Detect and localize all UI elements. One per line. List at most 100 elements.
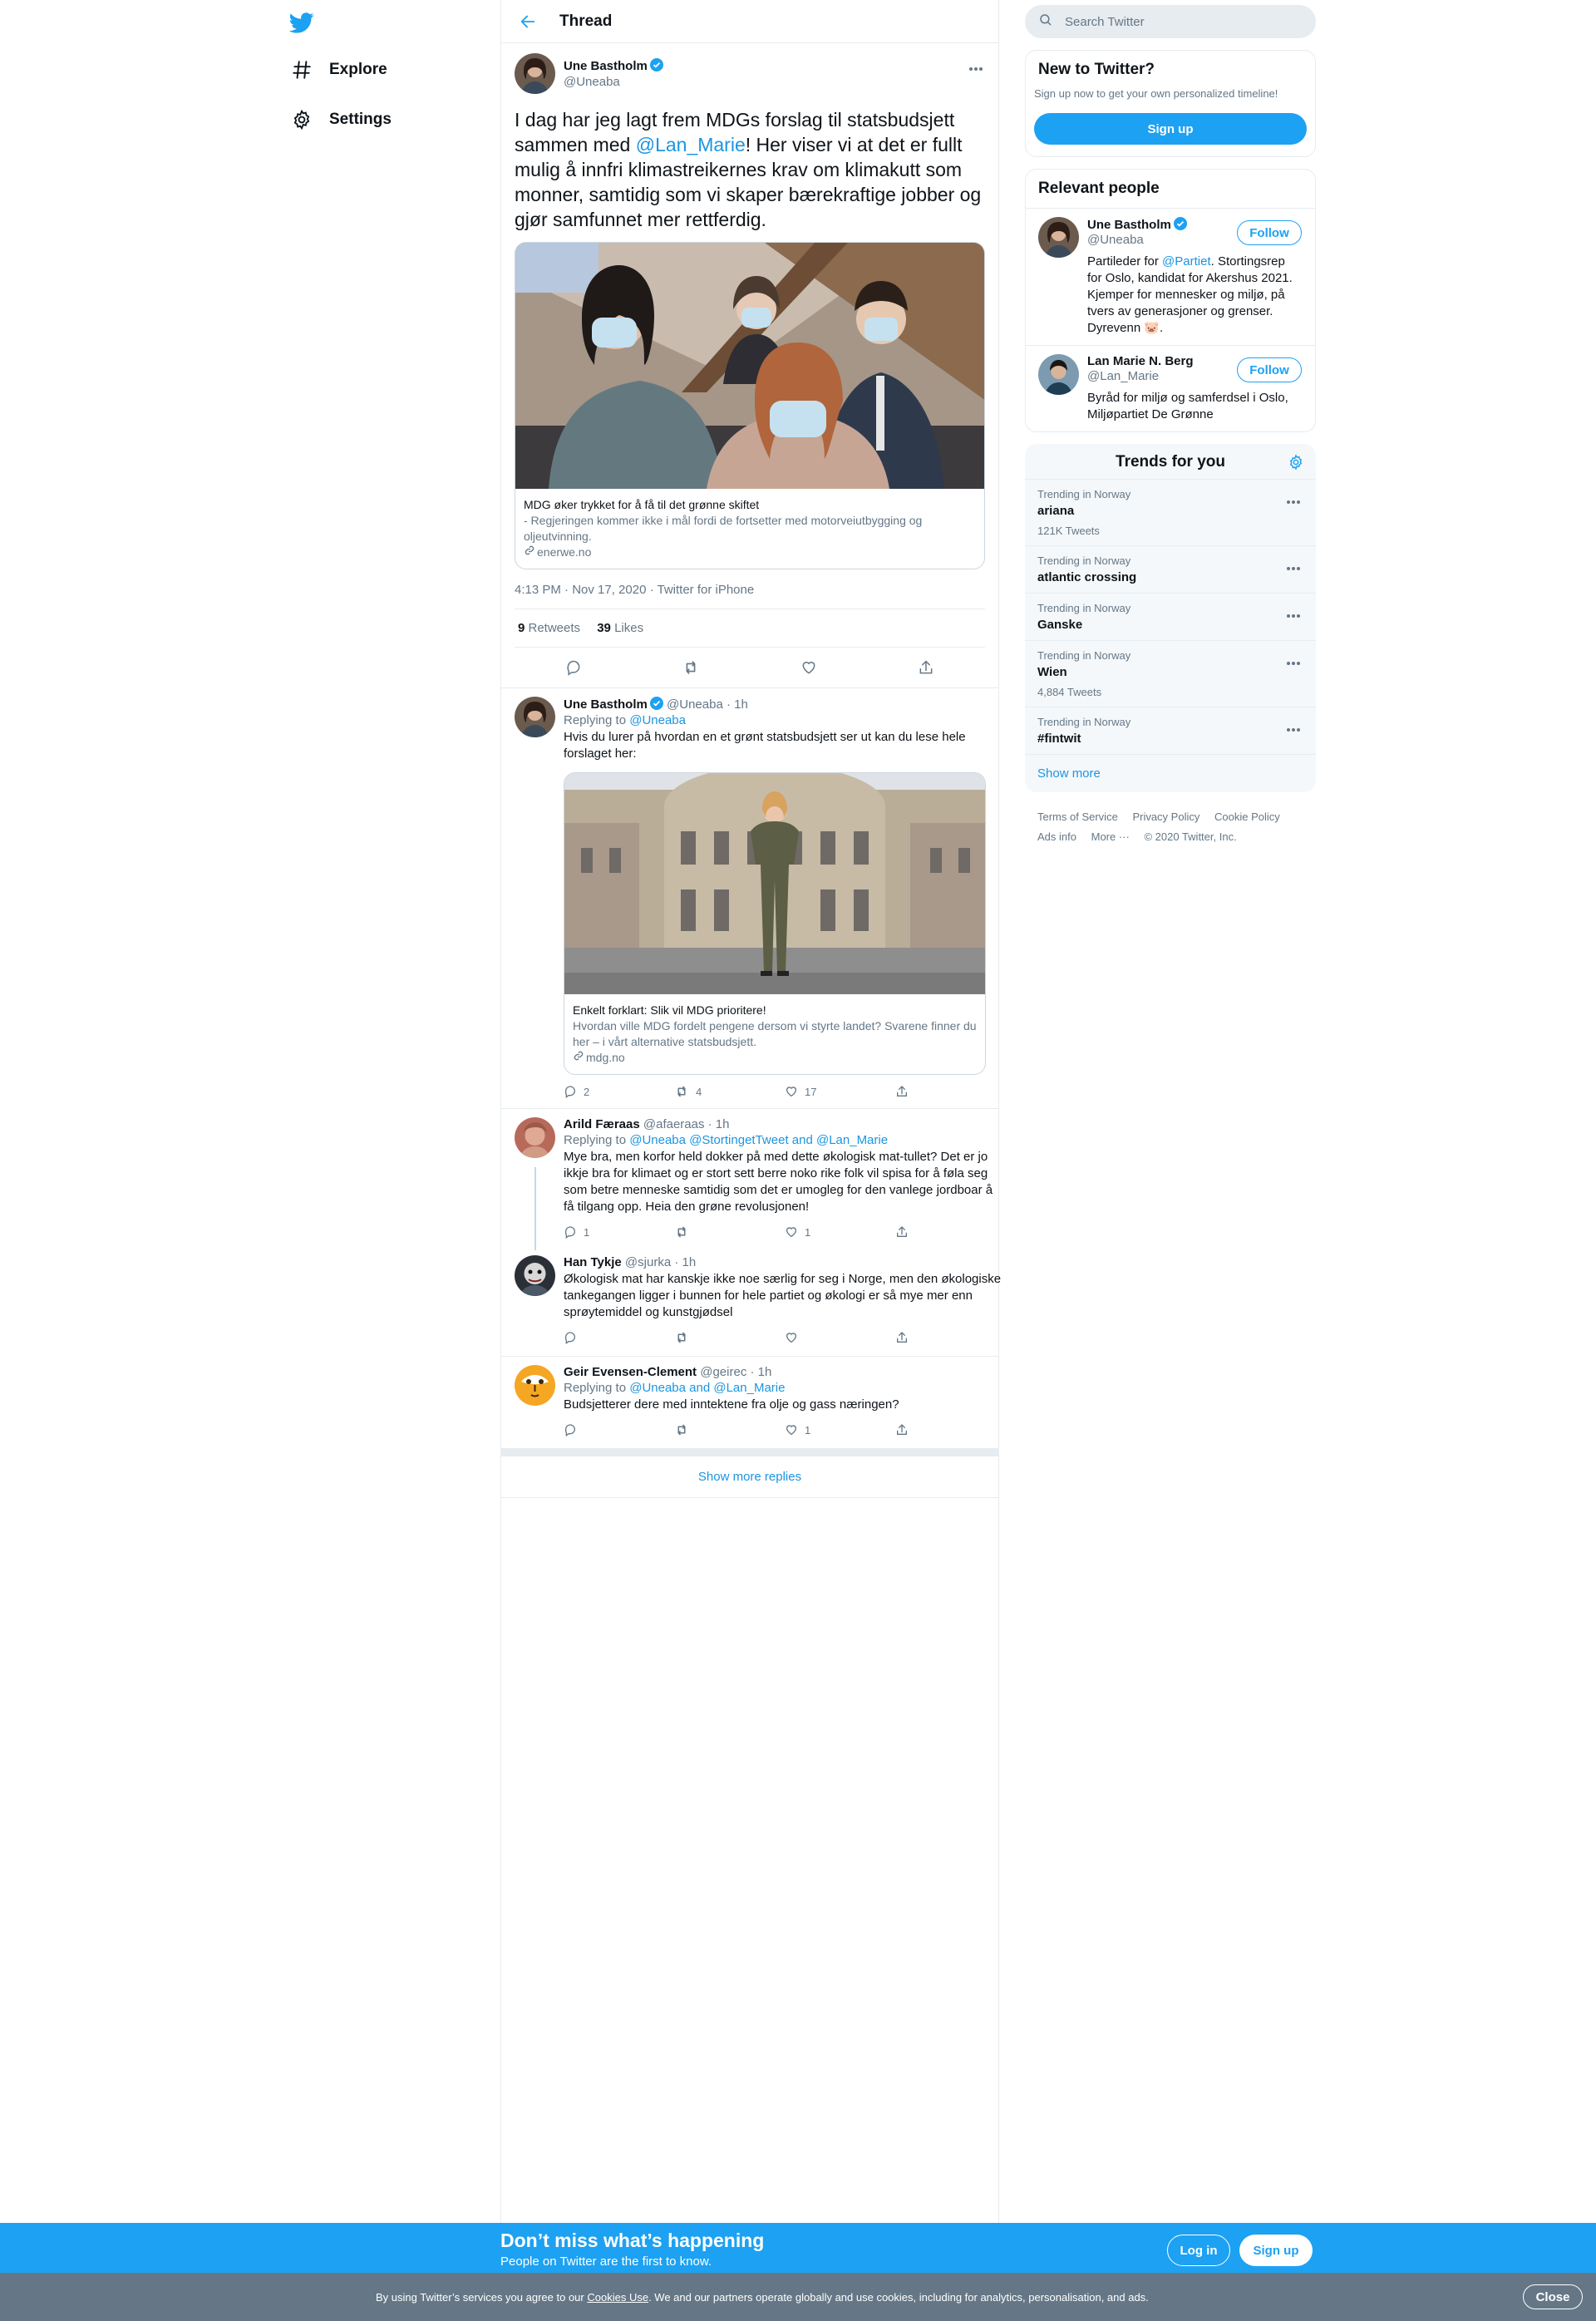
reply-tweet[interactable]: Arild Færaas @afaeraas · 1h Replying to …	[501, 1109, 998, 1245]
reply-button[interactable]	[564, 1331, 674, 1344]
author-handle[interactable]: @Uneaba · 1h	[667, 697, 748, 712]
person-name[interactable]: Une Bastholm	[1087, 218, 1171, 232]
sidebar-sign-up-button[interactable]: Sign up	[1034, 113, 1307, 145]
privacy-link[interactable]: Privacy Policy	[1132, 811, 1199, 823]
mention-link[interactable]: @Lan_Marie	[636, 134, 746, 155]
share-icon[interactable]	[917, 658, 935, 677]
nav-settings[interactable]: Settings	[289, 103, 392, 136]
card-title: MDG øker trykket for å få til det grønne…	[524, 498, 760, 511]
person-card[interactable]: Lan Marie N. Berg @Lan_Marie Byråd for m…	[1026, 345, 1315, 431]
author-name[interactable]: Geir Evensen-Clement	[564, 1365, 697, 1379]
more-options-icon[interactable]	[1286, 654, 1303, 665]
search-input[interactable]	[1065, 14, 1273, 29]
more-options-icon[interactable]	[1286, 493, 1303, 504]
cookie-policy-link[interactable]: Cookie Policy	[1214, 811, 1280, 823]
avatar[interactable]	[515, 53, 555, 94]
trend-item[interactable]: Trending in Norway Ganske	[1025, 593, 1316, 640]
sign-up-button[interactable]: Sign up	[1239, 2235, 1313, 2266]
trend-item[interactable]: Trending in Norway atlantic crossing	[1025, 545, 1316, 593]
more-options-icon[interactable]	[1286, 559, 1303, 570]
trend-item[interactable]: Trending in Norway Wien 4,884 Tweets	[1025, 640, 1316, 707]
reply-button[interactable]: 2	[564, 1085, 674, 1098]
like-button[interactable]	[785, 1331, 895, 1344]
mention-link[interactable]: @Uneaba @StortingetTweet and @Lan_Marie	[629, 1133, 888, 1147]
follow-button[interactable]: Follow	[1237, 357, 1302, 382]
reply-tweet[interactable]: Geir Evensen-Clement @geirec · 1h Replyi…	[501, 1357, 998, 1443]
share-button[interactable]	[895, 1423, 1006, 1436]
retweet-button[interactable]	[674, 1422, 785, 1437]
retweet-button[interactable]	[674, 1225, 785, 1239]
retweet-button[interactable]: 4	[674, 1084, 785, 1099]
more-link[interactable]: More ···	[1091, 830, 1130, 843]
person-card[interactable]: Une Bastholm @Uneaba Partileder for @Par…	[1026, 208, 1315, 345]
verified-badge-icon	[1173, 217, 1187, 230]
verified-badge-icon	[649, 58, 663, 71]
nav-explore[interactable]: Explore	[289, 53, 387, 86]
ads-info-link[interactable]: Ads info	[1037, 830, 1076, 843]
reply-tweet[interactable]: Han Tykje @sjurka · 1h Økologisk mat har…	[501, 1245, 1001, 1351]
card-title: Enkelt forklart: Slik vil MDG prioritere…	[573, 1003, 766, 1017]
person-bio: Partileder for @Partiet. Stortingsrep fo…	[1087, 254, 1293, 335]
share-button[interactable]	[895, 1085, 1006, 1098]
link-card[interactable]: Enkelt forklart: Slik vil MDG prioritere…	[564, 772, 986, 1075]
trend-item[interactable]: Trending in Norway #fintwit	[1025, 707, 1316, 754]
follow-button[interactable]: Follow	[1237, 220, 1302, 245]
trend-item[interactable]: Trending in Norway ariana 121K Tweets	[1025, 479, 1316, 545]
gear-icon[interactable]	[1288, 454, 1304, 471]
avatar[interactable]	[1038, 217, 1079, 258]
terms-link[interactable]: Terms of Service	[1037, 811, 1118, 823]
twitter-logo-icon[interactable]	[288, 10, 318, 35]
like-icon[interactable]	[800, 658, 818, 677]
author-name[interactable]: Han Tykje	[564, 1255, 622, 1269]
avatar[interactable]	[1038, 354, 1079, 395]
card-image	[564, 773, 985, 994]
likes-count[interactable]: 39 Likes	[597, 621, 643, 635]
share-button[interactable]	[895, 1331, 1006, 1344]
cookies-use-link[interactable]: Cookies Use	[587, 2291, 648, 2304]
more-options-icon[interactable]	[1286, 721, 1303, 732]
author-handle[interactable]: @afaeraas · 1h	[643, 1117, 730, 1131]
reply-icon	[564, 1226, 575, 1239]
mention-link[interactable]: @Partiet	[1162, 254, 1211, 269]
retweets-count[interactable]: 9 Retweets	[518, 621, 580, 635]
page-title: Thread	[559, 12, 613, 30]
reply-button[interactable]	[564, 1423, 674, 1436]
link-card[interactable]: MDG øker trykket for å få til det grønne…	[515, 242, 985, 569]
reply-button[interactable]: 1	[564, 1225, 674, 1239]
mention-link[interactable]: @Uneaba	[629, 713, 686, 727]
more-options-icon[interactable]	[968, 60, 985, 71]
more-options-icon[interactable]	[1286, 607, 1303, 618]
avatar[interactable]	[515, 1117, 555, 1158]
search-box[interactable]	[1025, 5, 1316, 38]
author-handle[interactable]: @Uneaba	[564, 75, 663, 89]
mention-link[interactable]: @Uneaba and @Lan_Marie	[629, 1381, 785, 1395]
close-cookie-button[interactable]: Close	[1523, 2284, 1583, 2309]
reply-icon[interactable]	[564, 658, 583, 677]
author-handle[interactable]: @sjurka · 1h	[625, 1255, 696, 1269]
author-name[interactable]: Arild Færaas	[564, 1117, 640, 1131]
like-button[interactable]: 1	[785, 1423, 895, 1436]
share-button[interactable]	[895, 1225, 1006, 1239]
tweet-actions: 2 4 17	[564, 1078, 1006, 1105]
like-button[interactable]: 1	[785, 1225, 895, 1239]
main-column: Thread Une Bastholm @Uneaba I dag har je…	[500, 0, 1001, 2223]
like-icon	[786, 1227, 797, 1238]
avatar[interactable]	[515, 1365, 555, 1406]
author-name[interactable]: Une Bastholm	[564, 697, 648, 712]
author-name[interactable]: Une Bastholm	[564, 58, 663, 73]
retweet-icon[interactable]	[682, 658, 700, 677]
retweet-button[interactable]	[674, 1330, 785, 1345]
like-button[interactable]: 17	[785, 1085, 895, 1098]
replying-label: Replying to	[564, 1133, 630, 1147]
show-more-replies-button[interactable]: Show more replies	[501, 1456, 998, 1498]
author-handle[interactable]: @geirec · 1h	[700, 1365, 771, 1379]
tweet-timestamp[interactable]: 4:13 PM · Nov 17, 2020 · Twitter for iPh…	[515, 583, 985, 609]
avatar[interactable]	[515, 1255, 555, 1296]
new-to-twitter-title: New to Twitter?	[1038, 61, 1155, 78]
log-in-button[interactable]: Log in	[1167, 2235, 1230, 2266]
back-arrow-icon[interactable]	[515, 8, 541, 35]
avatar[interactable]	[515, 697, 555, 737]
search-icon	[1038, 12, 1053, 32]
reply-tweet[interactable]: Une Bastholm @Uneaba · 1h Replying to @U…	[501, 688, 998, 1105]
trends-show-more-link[interactable]: Show more	[1025, 754, 1316, 792]
